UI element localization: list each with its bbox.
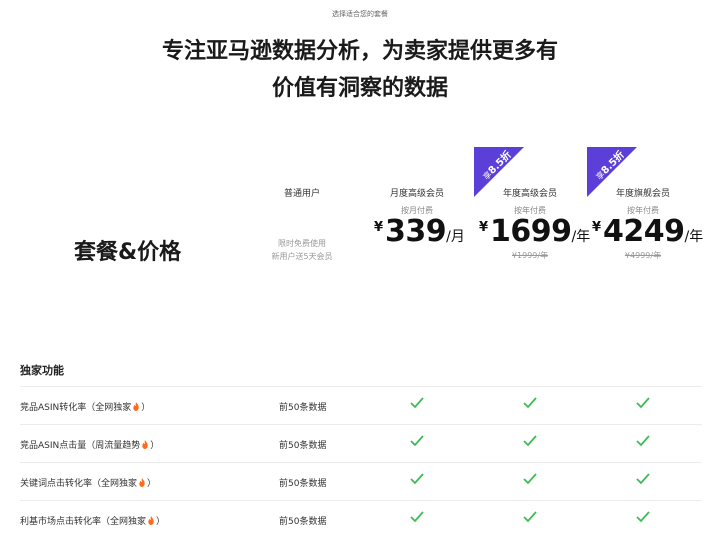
feature-row: 关键词点击转化率（全网独家 ） 前50条数据	[20, 462, 702, 501]
page-headline: 专注亚马逊数据分析，为卖家提供更多有 价值有洞察的数据	[0, 33, 720, 107]
currency-symbol: ¥	[479, 220, 489, 235]
original-price: ¥4999/年	[624, 251, 662, 260]
price-amount: 4249	[603, 214, 685, 249]
check-icon	[636, 435, 650, 447]
check-icon	[410, 397, 424, 409]
check-icon	[636, 397, 650, 409]
feature-name-suffix: ）	[147, 479, 157, 489]
section-title-exclusive: 独家功能	[20, 364, 64, 377]
check-icon	[523, 397, 537, 409]
feature-name-text: 利基市场点击转化率（全网独家	[20, 517, 147, 527]
currency-symbol: ¥	[374, 220, 384, 235]
flame-icon	[148, 516, 154, 525]
feature-name-suffix: ）	[141, 403, 151, 413]
feature-basic-value: 前50条数据	[279, 517, 327, 527]
feature-row: 竞品ASIN转化率（全网独家 ） 前50条数据	[20, 386, 702, 425]
feature-row: 竞品ASIN点击量（周流量趋势 ） 前50条数据	[20, 424, 702, 463]
plan-price: ¥4249/年	[592, 214, 703, 249]
feature-name-text: 竞品ASIN转化率（全网独家	[20, 403, 132, 413]
price-unit: /月	[446, 229, 465, 245]
check-icon	[636, 473, 650, 485]
plans-title: 套餐&价格	[74, 240, 182, 265]
check-icon	[410, 511, 424, 523]
feature-name-text: 关键词点击转化率（全网独家	[20, 479, 138, 489]
free-note-line-2: 新用户送5天会员	[271, 252, 333, 261]
headline-line-1: 专注亚马逊数据分析，为卖家提供更多有	[161, 39, 558, 64]
plan-name: 月度高级会员	[389, 189, 444, 199]
price-amount: 1699	[490, 214, 572, 249]
feature-basic-value: 前50条数据	[279, 479, 327, 489]
feature-basic-value: 前50条数据	[279, 441, 327, 451]
flame-icon	[142, 440, 148, 449]
headline-line-2: 价值有洞察的数据	[271, 76, 448, 101]
free-note-line-1: 限时免费使用	[278, 239, 326, 248]
plan-name: 年度高级会员	[502, 189, 557, 199]
price-amount: 339	[385, 214, 447, 249]
feature-row: 利基市场点击转化率（全网独家 ） 前50条数据	[20, 500, 702, 539]
feature-basic-value: 前50条数据	[279, 403, 327, 413]
price-unit: /年	[684, 229, 704, 245]
plan-price: ¥339/月	[374, 214, 465, 249]
check-icon	[523, 435, 537, 447]
original-price: ¥1999/年	[511, 251, 549, 260]
check-icon	[636, 511, 650, 523]
feature-name: 利基市场点击转化率（全网独家 ）	[20, 514, 165, 527]
plan-price: ¥1699/年	[479, 214, 590, 249]
eyebrow: 选择适合您的套餐	[332, 10, 388, 18]
feature-name-text: 竞品ASIN点击量（周流量趋势	[20, 441, 141, 451]
feature-name: 竞品ASIN转化率（全网独家 ）	[20, 400, 150, 413]
feature-name: 关键词点击转化率（全网独家 ）	[20, 476, 156, 489]
plan-name: 普通用户	[283, 189, 320, 199]
check-icon	[523, 473, 537, 485]
check-icon	[410, 473, 424, 485]
feature-name: 竞品ASIN点击量（周流量趋势 ）	[20, 438, 159, 451]
check-icon	[410, 435, 424, 447]
feature-name-suffix: ）	[156, 517, 166, 527]
flame-icon	[139, 478, 145, 487]
plan-name: 年度旗舰会员	[615, 189, 670, 199]
feature-name-suffix: ）	[150, 441, 160, 451]
check-icon	[523, 511, 537, 523]
flame-icon	[133, 402, 139, 411]
currency-symbol: ¥	[592, 220, 602, 235]
price-unit: /年	[571, 229, 591, 245]
plan-free-note: 限时免费使用 新用户送5天会员	[254, 237, 350, 263]
